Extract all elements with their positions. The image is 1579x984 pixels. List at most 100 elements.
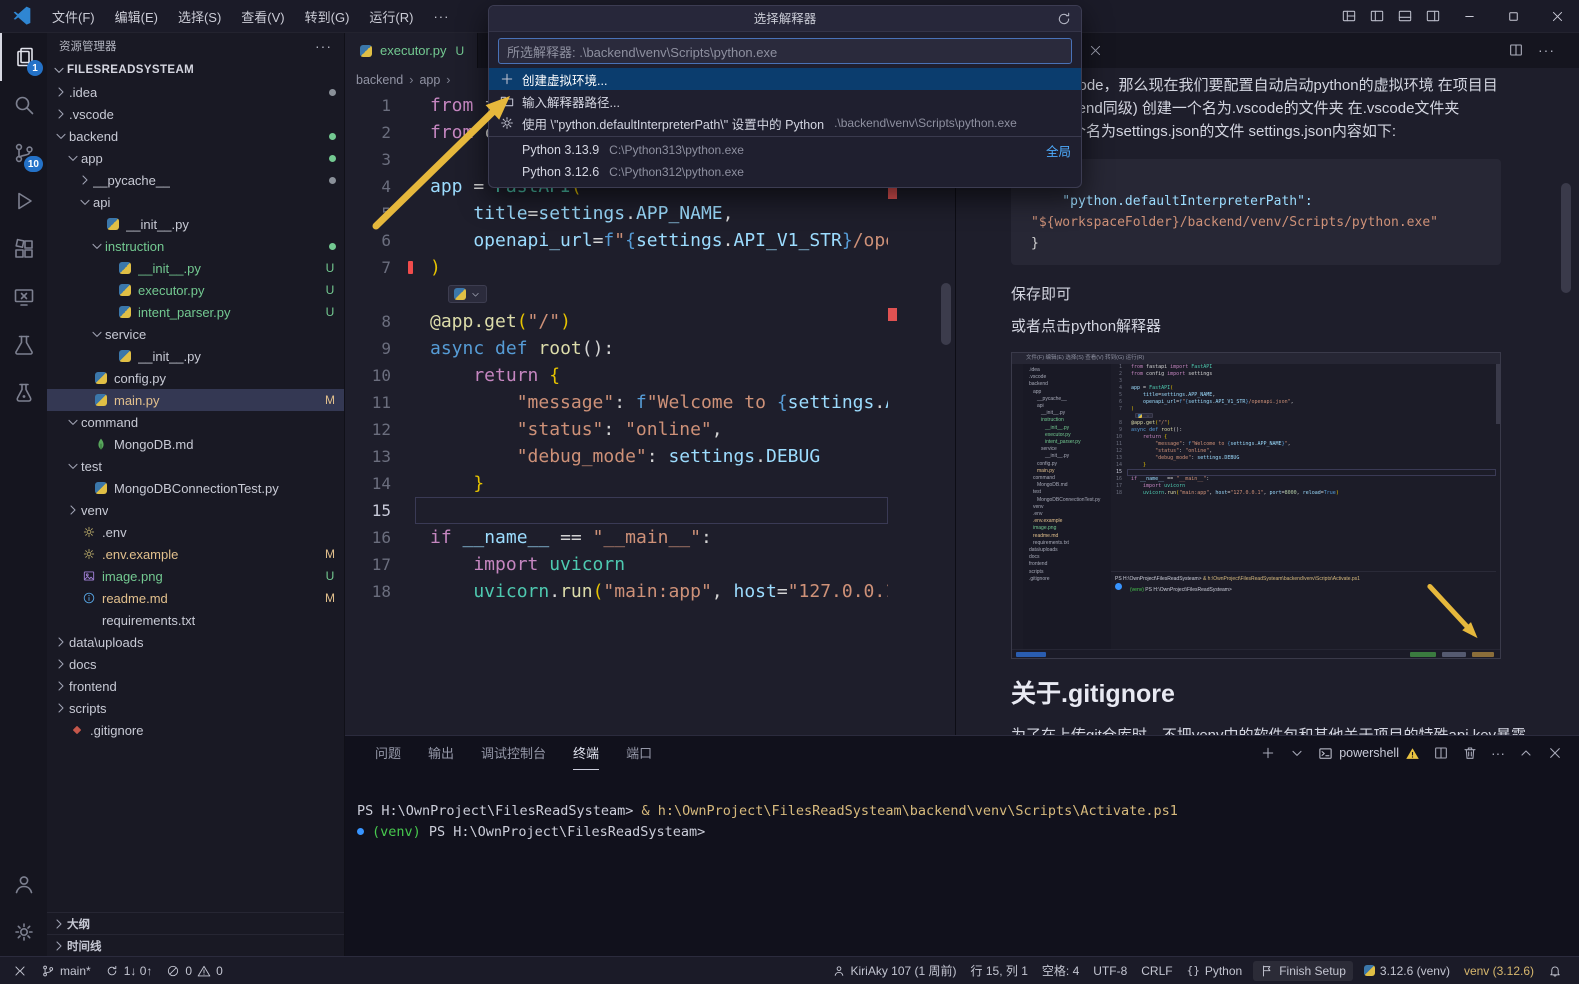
menu-item[interactable]: 查看(V) xyxy=(231,0,294,33)
tree-item[interactable]: __init__.py xyxy=(47,213,344,235)
code-line[interactable]: 15 xyxy=(345,497,955,524)
tree-item[interactable]: MongoDB.md xyxy=(47,433,344,455)
tree-item[interactable]: config.py xyxy=(47,367,344,389)
panel-tab-端口[interactable]: 端口 xyxy=(626,736,652,770)
activity-item-remote-explorer[interactable] xyxy=(0,273,47,321)
split-terminal-icon[interactable] xyxy=(1433,745,1449,761)
menu-item[interactable]: 编辑(E) xyxy=(105,0,168,33)
tree-item[interactable]: frontend xyxy=(47,675,344,697)
tree-item[interactable]: scripts xyxy=(47,697,344,719)
cursor-position[interactable]: 行 15, 列 1 xyxy=(964,957,1035,984)
close-panel-icon[interactable] xyxy=(1547,745,1563,761)
tree-item[interactable]: api xyxy=(47,191,344,213)
python-inline-widget[interactable] xyxy=(1135,413,1153,418)
code-line[interactable]: 18 uvicorn.run("main:app", host="127.0.0… xyxy=(345,578,955,605)
tree-item[interactable]: data\uploads xyxy=(47,631,344,653)
tree-item[interactable]: .env.exampleM xyxy=(47,543,344,565)
tree-item[interactable]: intent_parser.pyU xyxy=(47,301,344,323)
language-mode[interactable]: {}Python xyxy=(1180,957,1250,984)
code-line[interactable]: 17 import uvicorn xyxy=(1111,483,1496,490)
tree-item[interactable]: service xyxy=(47,323,344,345)
kill-terminal-icon[interactable] xyxy=(1462,745,1478,761)
code-line[interactable]: 14 } xyxy=(345,470,955,497)
breadcrumb-item[interactable]: backend xyxy=(354,73,405,87)
tree-item[interactable]: .idea xyxy=(47,81,344,103)
tree-item[interactable]: docs xyxy=(47,653,344,675)
tab-executor-py[interactable]: executor.py U xyxy=(345,33,478,68)
outline-section[interactable]: 大纲 xyxy=(47,912,344,934)
panel-more-actions[interactable]: ··· xyxy=(1491,745,1505,761)
preview-scrollbar[interactable] xyxy=(1561,183,1571,293)
code-line[interactable]: 7) xyxy=(1111,406,1496,413)
customize-layout-icon[interactable] xyxy=(1335,0,1363,33)
tree-item[interactable]: .gitignore xyxy=(47,719,344,741)
activity-item-run-debug[interactable] xyxy=(0,177,47,225)
code-line[interactable]: 12 "status": "online", xyxy=(1111,448,1496,455)
code-line[interactable]: 15 xyxy=(1111,469,1496,476)
tree-item[interactable]: __init__.pyU xyxy=(47,257,344,279)
tree-item[interactable]: __init__.py xyxy=(47,345,344,367)
sync-status[interactable]: 1↓ 0↑ xyxy=(98,957,160,984)
minimize-button[interactable] xyxy=(1447,0,1491,33)
code-line[interactable]: 2from config import settings xyxy=(1111,371,1496,378)
code-line[interactable]: 14 } xyxy=(1111,462,1496,469)
panel-tab-问题[interactable]: 问题 xyxy=(375,736,401,770)
code-line[interactable]: 9async def root(): xyxy=(345,335,955,362)
refresh-icon[interactable] xyxy=(1056,11,1072,27)
tree-item[interactable]: main.pyM xyxy=(47,389,344,411)
more-actions-icon[interactable]: ··· xyxy=(1538,42,1555,58)
tree-item[interactable]: app xyxy=(47,147,344,169)
blame-status[interactable]: KiriAky 107 (1 周前) xyxy=(825,957,964,984)
activity-item-python-environments[interactable] xyxy=(0,369,47,417)
tree-item[interactable]: readme.mdM xyxy=(47,587,344,609)
activity-item-source-control[interactable]: 10 xyxy=(0,129,47,177)
quickpick-item[interactable]: 创建虚拟环境... xyxy=(489,68,1081,90)
code-line[interactable]: 10 return { xyxy=(345,362,955,389)
tree-item[interactable]: .vscode xyxy=(47,103,344,125)
python-inline-widget[interactable] xyxy=(448,285,487,303)
tree-item[interactable]: .env xyxy=(47,521,344,543)
code-line[interactable]: 4app = FastAPI( xyxy=(1111,385,1496,392)
panel-tab-输出[interactable]: 输出 xyxy=(428,736,454,770)
activity-item-testing[interactable] xyxy=(0,321,47,369)
menu-item[interactable]: 文件(F) xyxy=(42,0,105,33)
code-line[interactable]: 10 return { xyxy=(1111,434,1496,441)
code-line[interactable]: 8@app.get("/") xyxy=(345,308,955,335)
code-line[interactable]: 8@app.get("/") xyxy=(1111,420,1496,427)
tree-item[interactable]: requirements.txt xyxy=(47,609,344,631)
code-line[interactable]: 16if __name__ == "__main__": xyxy=(345,524,955,551)
eol[interactable]: CRLF xyxy=(1134,957,1179,984)
tree-item[interactable]: __pycache__ xyxy=(47,169,344,191)
problems-status[interactable]: 00 xyxy=(159,957,229,984)
tree-item[interactable]: instruction xyxy=(47,235,344,257)
activity-item-extensions[interactable] xyxy=(0,225,47,273)
activity-item-search[interactable] xyxy=(0,81,47,129)
close-window-button[interactable] xyxy=(1535,0,1579,33)
breadcrumb-item[interactable]: app xyxy=(417,73,442,87)
finish-setup[interactable]: Finish Setup xyxy=(1253,961,1353,981)
quickpick-item[interactable]: 输入解释器路径... xyxy=(489,90,1081,112)
code-line[interactable]: 6 openapi_url=f"{settings.API_V1_STR}/op… xyxy=(1111,399,1496,406)
menu-item[interactable]: 转到(G) xyxy=(295,0,360,33)
code-line[interactable]: 9async def root(): xyxy=(1111,427,1496,434)
code-line[interactable]: 1from fastapi import FastAPI xyxy=(1111,364,1496,371)
explorer-more-actions[interactable]: ··· xyxy=(315,38,332,54)
code-line[interactable]: 6 openapi_url=f"{settings.API_V1_STR}/op… xyxy=(345,227,955,254)
code-line[interactable]: 18 uvicorn.run("main:app", host="127.0.0… xyxy=(1111,490,1496,497)
activity-item-explorer[interactable]: 1 xyxy=(0,33,47,81)
notifications[interactable] xyxy=(1541,957,1569,984)
tree-item[interactable]: image.pngU xyxy=(47,565,344,587)
code-line[interactable]: 13 "debug_mode": settings.DEBUG xyxy=(1111,455,1496,462)
indentation[interactable]: 空格: 4 xyxy=(1035,957,1086,984)
terminal-profile-dropdown-icon[interactable] xyxy=(1289,745,1305,761)
code-line[interactable]: 11 "message": f"Welcome to {settings.APP… xyxy=(345,389,955,416)
close-tab-icon[interactable] xyxy=(1088,43,1103,58)
python-interpreter[interactable]: 3.12.6 (venv) xyxy=(1357,957,1457,984)
settings-button[interactable] xyxy=(0,908,47,956)
terminal[interactable]: PS H:\OwnProject\FilesReadSysteam> & h:\… xyxy=(345,770,1579,843)
tree-item[interactable]: executor.pyU xyxy=(47,279,344,301)
tree-item[interactable]: backend xyxy=(47,125,344,147)
tree-item[interactable]: test xyxy=(47,455,344,477)
code-line[interactable]: 16if __name__ == "__main__": xyxy=(1111,476,1496,483)
branch-status[interactable]: main* xyxy=(34,957,98,984)
